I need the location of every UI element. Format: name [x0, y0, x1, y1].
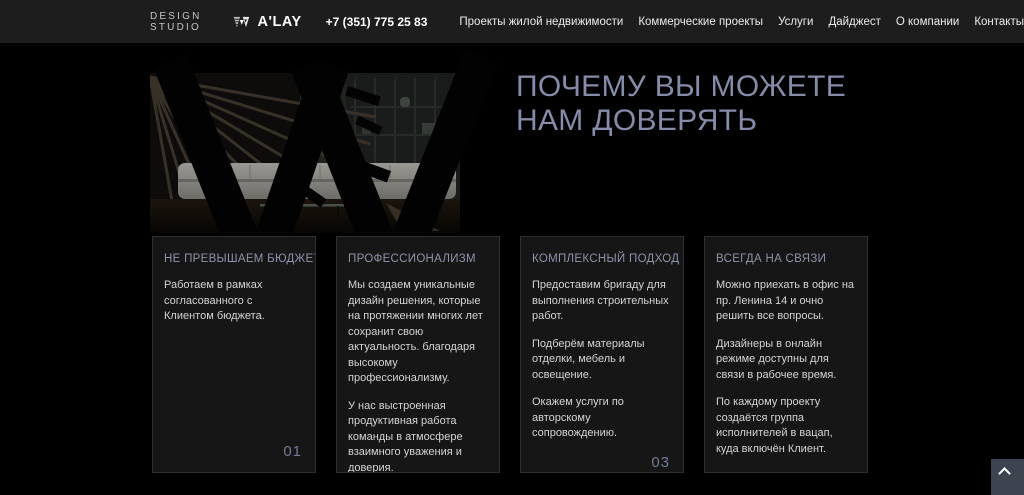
brand-prefix: DESIGN STUDIO	[150, 11, 220, 33]
card-paragraph: Дизайнеры в онлайн режиме доступны для с…	[716, 337, 857, 384]
card-number: 04	[835, 469, 857, 473]
brand[interactable]: DESIGN STUDIO A'LAY	[150, 11, 302, 33]
section-title-line2: НАМ ДОВЕРЯТЬ	[516, 104, 757, 137]
nav-item-services[interactable]: Услуги	[778, 16, 813, 28]
nav-item-contacts[interactable]: Контакты	[974, 16, 1024, 28]
nav-item-residential-projects[interactable]: Проекты жилой недвижимости	[459, 16, 623, 28]
card-paragraph: Предоставим бригаду для выполнения строи…	[532, 278, 673, 325]
chevron-up-icon	[998, 467, 1011, 480]
card-paragraph: У нас выстроенная продуктивная работа ко…	[348, 399, 489, 474]
top-bar: DESIGN STUDIO A'LAY +7 (351) 775 25 83 П…	[0, 0, 1024, 43]
card-paragraph: Окажем услуги по авторскому сопровождени…	[532, 395, 673, 442]
benefits-row: НЕ ПРЕВЫШАЕМ БЮДЖЕТ Работаем в рамках со…	[152, 236, 868, 473]
card-title: ВСЕГДА НА СВЯЗИ	[716, 253, 857, 265]
card-paragraph: Можно приехать в офис на пр. Ленина 14 и…	[716, 278, 857, 325]
phone-link[interactable]: +7 (351) 775 25 83	[326, 15, 428, 29]
card-number: 03	[651, 454, 673, 474]
card-paragraph: По каждому проекту создаётся группа испо…	[716, 395, 857, 457]
card-title: НЕ ПРЕВЫШАЕМ БЮДЖЕТ	[164, 253, 305, 265]
card-paragraph: Подберём материалы отделки, мебель и осв…	[532, 337, 673, 384]
benefit-card-always-in-touch: ВСЕГДА НА СВЯЗИ Можно приехать в офис на…	[704, 236, 868, 473]
alay-logo-icon	[233, 12, 250, 32]
card-paragraph: Мы создаем уникальные дизайн решения, ко…	[348, 278, 489, 387]
card-title: ПРОФЕССИОНАЛИЗМ	[348, 253, 489, 265]
nav-item-about-company[interactable]: О компании	[896, 16, 959, 28]
benefit-card-budget: НЕ ПРЕВЫШАЕМ БЮДЖЕТ Работаем в рамках со…	[152, 236, 316, 473]
brand-name: A'LAY	[258, 14, 302, 30]
main-nav: Проекты жилой недвижимости Коммерческие …	[459, 16, 1024, 28]
benefit-card-professionalism: ПРОФЕССИОНАЛИЗМ Мы создаем уникальные ди…	[336, 236, 500, 473]
benefit-card-complex-approach: КОМПЛЕКСНЫЙ ПОДХОД Предоставим бригаду д…	[520, 236, 684, 473]
hero-logo-artwork	[150, 73, 460, 235]
section-title-line1: ПОЧЕМУ ВЫ МОЖЕТЕ	[516, 70, 846, 103]
card-title: КОМПЛЕКСНЫЙ ПОДХОД	[532, 253, 673, 265]
section-title: ПОЧЕМУ ВЫ МОЖЕТЕ НАМ ДОВЕРЯТЬ	[516, 70, 846, 138]
card-number: 01	[283, 443, 305, 464]
card-paragraph: Работаем в рамках согласованного с Клиен…	[164, 278, 305, 325]
nav-item-digest[interactable]: Дайджест	[828, 16, 880, 28]
nav-item-commercial-projects[interactable]: Коммерческие проекты	[638, 16, 763, 28]
